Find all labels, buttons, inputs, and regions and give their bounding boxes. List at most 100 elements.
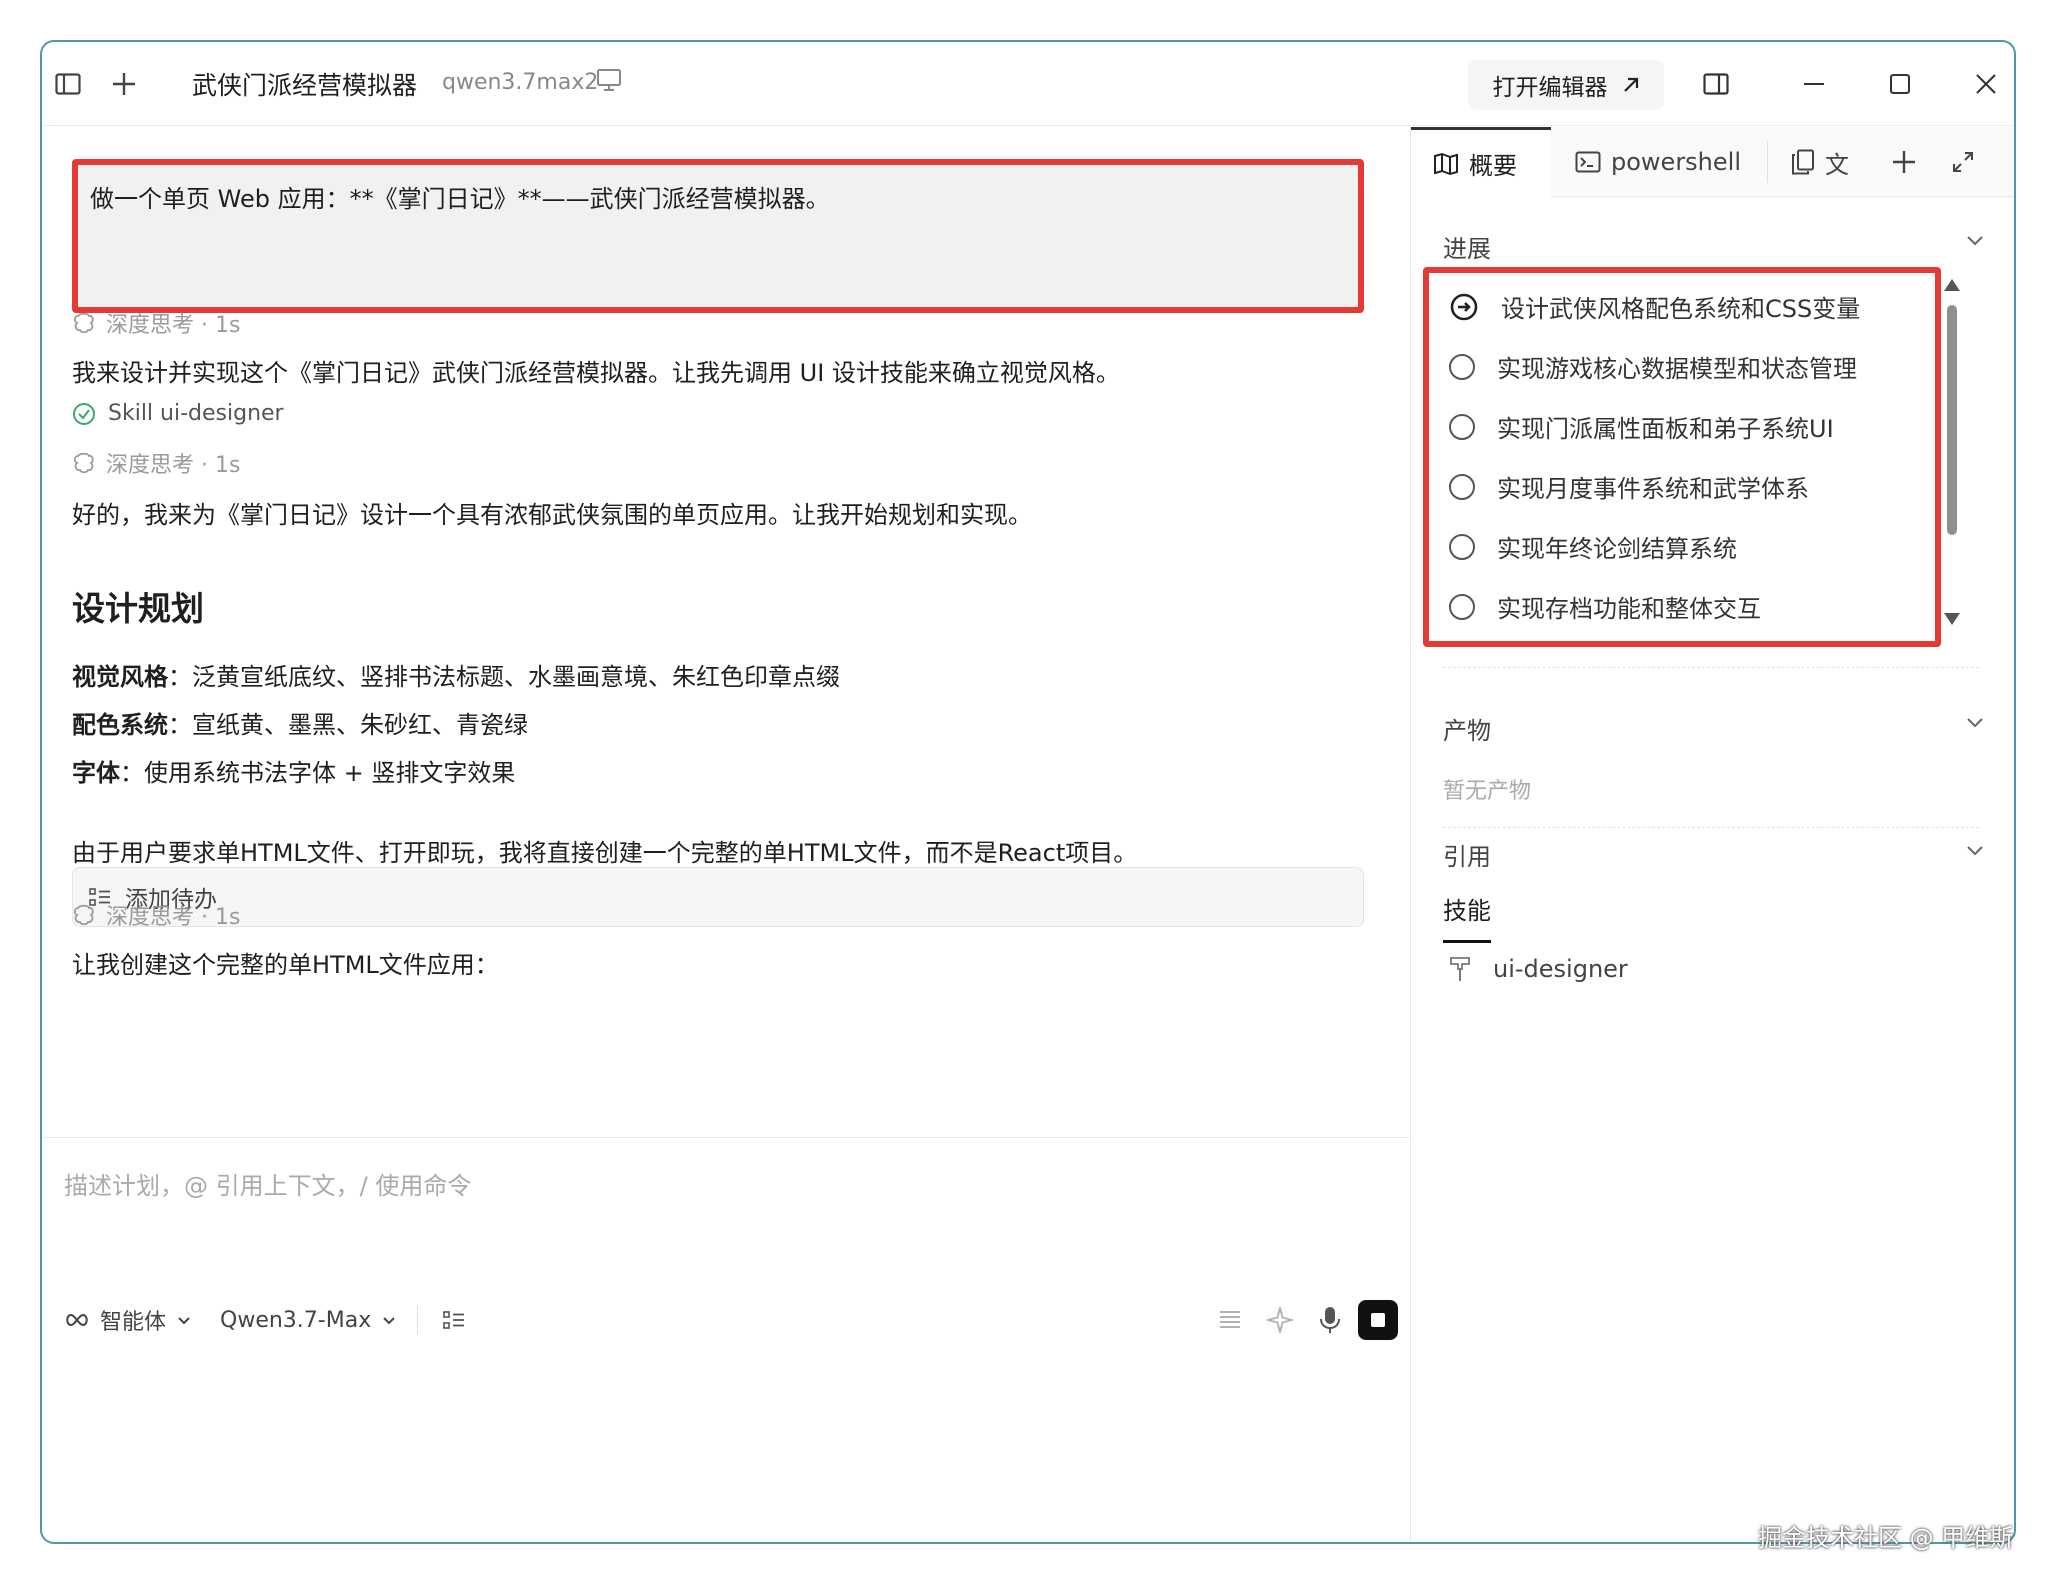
- section-divider: [1443, 667, 1979, 668]
- stop-button[interactable]: [1358, 1300, 1398, 1340]
- window-title: 武侠门派经营模拟器: [192, 71, 418, 100]
- plan-value: ：泛黄宣纸底纹、竖排书法标题、水墨画意境、朱红色印章点缀: [168, 663, 840, 691]
- assistant-message: 好的，我来为《掌门日记》设计一个具有浓郁武侠氛围的单页应用。让我开始规划和实现。: [72, 501, 1032, 529]
- deep-thinking-row[interactable]: 深度思考 · 1s: [72, 899, 240, 931]
- task-label: 实现游戏核心数据模型和状态管理: [1497, 355, 1857, 383]
- plan-key: 配色系统: [72, 711, 168, 739]
- plan-key: 字体: [72, 759, 120, 787]
- tab-powershell[interactable]: powershell: [1553, 127, 1763, 197]
- infinity-icon: [66, 1313, 88, 1327]
- deep-thinking-row[interactable]: 深度思考 · 1s: [72, 447, 240, 479]
- skill-call-label: Skill ui-designer: [108, 401, 284, 426]
- checklist-icon[interactable]: [443, 1310, 465, 1330]
- title-bar: 武侠门派经营模拟器 qwen3.7max2 打开编辑器: [42, 42, 2014, 126]
- references-section-title[interactable]: 引用: [1443, 837, 1491, 872]
- microphone-icon[interactable]: [1310, 1300, 1350, 1340]
- close-icon[interactable]: [1962, 62, 2010, 106]
- skill-call-row[interactable]: Skill ui-designer: [72, 401, 284, 426]
- open-editor-button[interactable]: 打开编辑器: [1468, 60, 1664, 110]
- chat-input[interactable]: 描述计划，@ 引用上下文，/ 使用命令: [64, 1166, 471, 1201]
- session-subtitle: qwen3.7max2: [442, 70, 599, 95]
- task-item[interactable]: 实现年终论剑结算系统: [1449, 529, 1737, 564]
- task-label: 实现年终论剑结算系统: [1497, 535, 1737, 563]
- plan-item: 字体：使用系统书法字体 + 竖排文字效果: [72, 753, 515, 788]
- copy-icon: [1792, 149, 1814, 175]
- toolbar-divider: [417, 1306, 433, 1334]
- assistant-message: 让我创建这个完整的单HTML文件应用：: [72, 951, 499, 979]
- pending-circle-icon: [1449, 413, 1475, 440]
- maximize-icon[interactable]: [1876, 62, 1924, 106]
- tab-label: 文: [1825, 150, 1849, 179]
- brush-icon: [1450, 957, 1470, 981]
- assistant-message: 由于用户要求单HTML文件、打开即玩，我将直接创建一个完整的单HTML文件，而不…: [72, 839, 1138, 867]
- tab-overview[interactable]: 概要: [1411, 127, 1551, 197]
- pending-circle-icon: [1449, 533, 1475, 560]
- plan-item: 视觉风格：泛黄宣纸底纹、竖排书法标题、水墨画意境、朱红色印章点缀: [72, 657, 840, 692]
- deep-thinking-label: 深度思考 · 1s: [106, 453, 241, 478]
- task-item[interactable]: 设计武侠风格配色系统和CSS变量: [1449, 289, 1860, 324]
- new-tab-plus-icon[interactable]: [104, 64, 144, 104]
- external-arrow-icon: [1623, 77, 1638, 92]
- task-label: 实现月度事件系统和武学体系: [1497, 475, 1809, 503]
- toggle-panel-icon[interactable]: [1692, 62, 1740, 106]
- highlight-box: [72, 159, 1364, 313]
- side-panel: 概要 powershell 文 进展 设计武侠风格配色系统和CSS变量 实现游戏…: [1410, 127, 2014, 1542]
- task-label: 实现门派属性面板和弟子系统UI: [1497, 415, 1834, 443]
- in-progress-arrow-icon: [1450, 293, 1478, 320]
- plan-value: ：使用系统书法字体 + 竖排文字效果: [120, 759, 516, 787]
- watermark: 掘金技术社区 @ 甲维斯: [1758, 1524, 2014, 1552]
- task-item[interactable]: 实现门派属性面板和弟子系统UI: [1449, 409, 1834, 444]
- map-icon: [1434, 152, 1458, 175]
- brain-icon: [73, 312, 94, 334]
- check-circle-icon: [73, 402, 95, 425]
- section-heading: 设计规划: [72, 589, 204, 628]
- stop-icon: [1371, 1313, 1385, 1327]
- brain-icon: [73, 452, 94, 474]
- assistant-message: 我来设计并实现这个《掌门日记》武侠门派经营模拟器。让我先调用 UI 设计技能来确…: [72, 359, 1120, 387]
- section-divider: [1443, 827, 1979, 828]
- plan-key: 视觉风格: [72, 663, 168, 691]
- app-window: 武侠门派经营模拟器 qwen3.7max2 打开编辑器 做一个单页 Web 应用…: [40, 40, 2016, 1544]
- tab-label: 概要: [1469, 152, 1517, 180]
- task-item[interactable]: 实现游戏核心数据模型和状态管理: [1449, 349, 1857, 384]
- minimize-icon[interactable]: [1790, 62, 1838, 106]
- chevron-down-icon[interactable]: [176, 1314, 192, 1326]
- tab-document[interactable]: 文: [1769, 127, 1871, 197]
- chevron-down-icon[interactable]: [1965, 715, 1985, 734]
- pending-circle-icon: [1449, 473, 1475, 500]
- tab-skills[interactable]: 技能: [1443, 891, 1491, 943]
- toggle-sidebar-icon[interactable]: [48, 64, 88, 104]
- text-lines-icon[interactable]: [1210, 1300, 1250, 1340]
- task-item[interactable]: 实现存档功能和整体交互: [1449, 589, 1761, 624]
- task-label: 实现存档功能和整体交互: [1497, 595, 1761, 623]
- model-select[interactable]: Qwen3.7-Max: [220, 1308, 371, 1333]
- task-scrollbar[interactable]: [1943, 277, 1961, 627]
- deep-thinking-row[interactable]: 深度思考 · 1s: [72, 307, 240, 339]
- chevron-down-icon[interactable]: [1965, 233, 1985, 252]
- monitor-icon[interactable]: [596, 68, 622, 96]
- skill-reference-label: ui-designer: [1493, 955, 1628, 983]
- composer-toolbar: 智能体 Qwen3.7-Max: [64, 1304, 465, 1336]
- progress-section-title[interactable]: 进展: [1443, 229, 1491, 264]
- deep-thinking-label: 深度思考 · 1s: [106, 905, 241, 930]
- skill-reference-item[interactable]: ui-designer: [1449, 955, 1628, 983]
- deep-thinking-label: 深度思考 · 1s: [106, 313, 241, 338]
- sparkle-icon[interactable]: [1260, 1300, 1300, 1340]
- chat-pane: 做一个单页 Web 应用：**《掌门日记》**——武侠门派经营模拟器。 深度思考…: [42, 127, 1410, 1542]
- expand-icon[interactable]: [1941, 127, 1985, 197]
- panel-tabs: 概要 powershell 文: [1411, 127, 2014, 197]
- agent-mode-select[interactable]: 智能体: [100, 1304, 166, 1336]
- chevron-down-icon[interactable]: [1965, 843, 1985, 862]
- pending-circle-icon: [1449, 593, 1475, 620]
- add-tab-plus-icon[interactable]: [1881, 127, 1927, 197]
- brain-icon: [73, 904, 94, 926]
- plan-item: 配色系统：宣纸黄、墨黑、朱砂红、青瓷绿: [72, 705, 528, 740]
- add-todo-bar[interactable]: 添加待办: [72, 867, 1364, 927]
- terminal-icon: [1575, 151, 1601, 173]
- task-label: 设计武侠风格配色系统和CSS变量: [1501, 295, 1861, 323]
- task-item[interactable]: 实现月度事件系统和武学体系: [1449, 469, 1809, 504]
- artifacts-section-title[interactable]: 产物: [1443, 711, 1491, 746]
- chevron-down-icon[interactable]: [381, 1314, 397, 1326]
- plan-value: ：宣纸黄、墨黑、朱砂红、青瓷绿: [168, 711, 528, 739]
- tab-label: powershell: [1611, 148, 1741, 176]
